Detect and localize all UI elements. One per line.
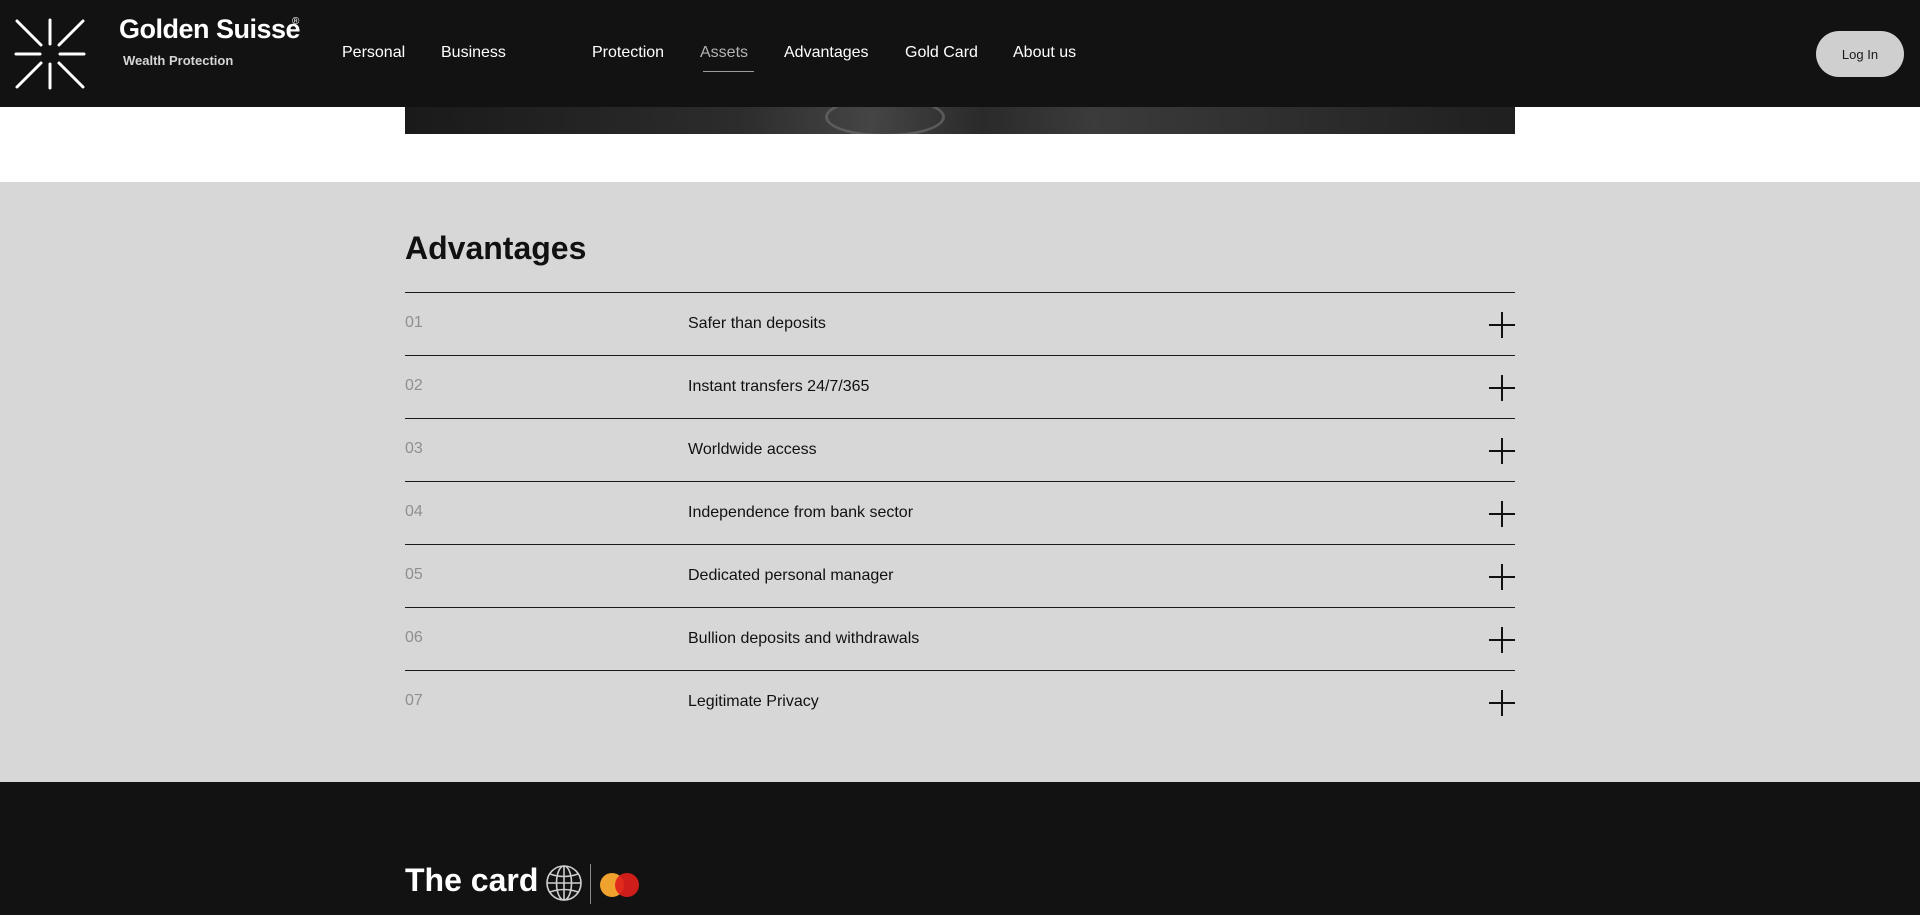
logo-icon[interactable] (14, 18, 86, 90)
divider (590, 864, 591, 904)
accordion-item[interactable]: 07 Legitimate Privacy (405, 670, 1515, 733)
item-label[interactable]: Bullion deposits and withdrawals (688, 630, 919, 648)
section-title: Advantages (405, 230, 587, 266)
accordion-item[interactable]: 05 Dedicated personal manager (405, 544, 1515, 607)
item-label[interactable]: Dedicated personal manager (688, 567, 893, 585)
item-number: 05 (405, 566, 423, 583)
nav-personal[interactable]: Personal (342, 44, 405, 62)
item-label[interactable]: Worldwide access (688, 441, 817, 459)
globe-icon (546, 865, 582, 901)
item-number: 03 (405, 440, 423, 457)
nav-advantages[interactable]: Advantages (784, 44, 869, 62)
nav-assets[interactable]: Assets (700, 44, 748, 62)
accordion-item[interactable]: 06 Bullion deposits and withdrawals (405, 607, 1515, 670)
advantages-accordion: 01 Safer than deposits 02 Instant transf… (405, 292, 1515, 733)
item-number: 04 (405, 503, 423, 520)
card-title: The card (405, 862, 539, 898)
nav-business[interactable]: Business (441, 44, 506, 62)
nav-active-underline (703, 71, 754, 72)
item-label[interactable]: Safer than deposits (688, 315, 826, 333)
accordion-item[interactable]: 01 Safer than deposits (405, 292, 1515, 355)
item-number: 06 (405, 629, 423, 646)
plus-icon[interactable] (1489, 564, 1515, 590)
plus-icon[interactable] (1489, 690, 1515, 716)
plus-icon[interactable] (1489, 627, 1515, 653)
item-number: 07 (405, 692, 423, 709)
login-button[interactable]: Log In (1816, 31, 1904, 77)
nav-protection[interactable]: Protection (592, 44, 664, 62)
plus-icon[interactable] (1489, 438, 1515, 464)
plus-icon[interactable] (1489, 501, 1515, 527)
card-section: The card (0, 782, 1920, 915)
item-label[interactable]: Legitimate Privacy (688, 693, 819, 711)
plus-icon[interactable] (1489, 312, 1515, 338)
advantages-section: Advantages 01 Safer than deposits 02 Ins… (0, 182, 1920, 782)
nav-gold-card[interactable]: Gold Card (905, 44, 978, 62)
brand-tagline: Wealth Protection (123, 53, 234, 68)
mastercard-icon (600, 873, 639, 897)
accordion-item[interactable]: 02 Instant transfers 24/7/365 (405, 355, 1515, 418)
item-number: 01 (405, 314, 423, 331)
accordion-item[interactable]: 04 Independence from bank sector (405, 481, 1515, 544)
item-number: 02 (405, 377, 423, 394)
registered-mark: ® (292, 16, 300, 27)
accordion-item[interactable]: 03 Worldwide access (405, 418, 1515, 481)
plus-icon[interactable] (1489, 375, 1515, 401)
site-header: Golden Suisse ® Wealth Protection Person… (0, 0, 1920, 107)
item-label[interactable]: Instant transfers 24/7/365 (688, 378, 869, 396)
hero-image (405, 107, 1515, 134)
nav-about-us[interactable]: About us (1013, 44, 1076, 62)
item-label[interactable]: Independence from bank sector (688, 504, 913, 522)
brand-name[interactable]: Golden Suisse (119, 14, 301, 45)
